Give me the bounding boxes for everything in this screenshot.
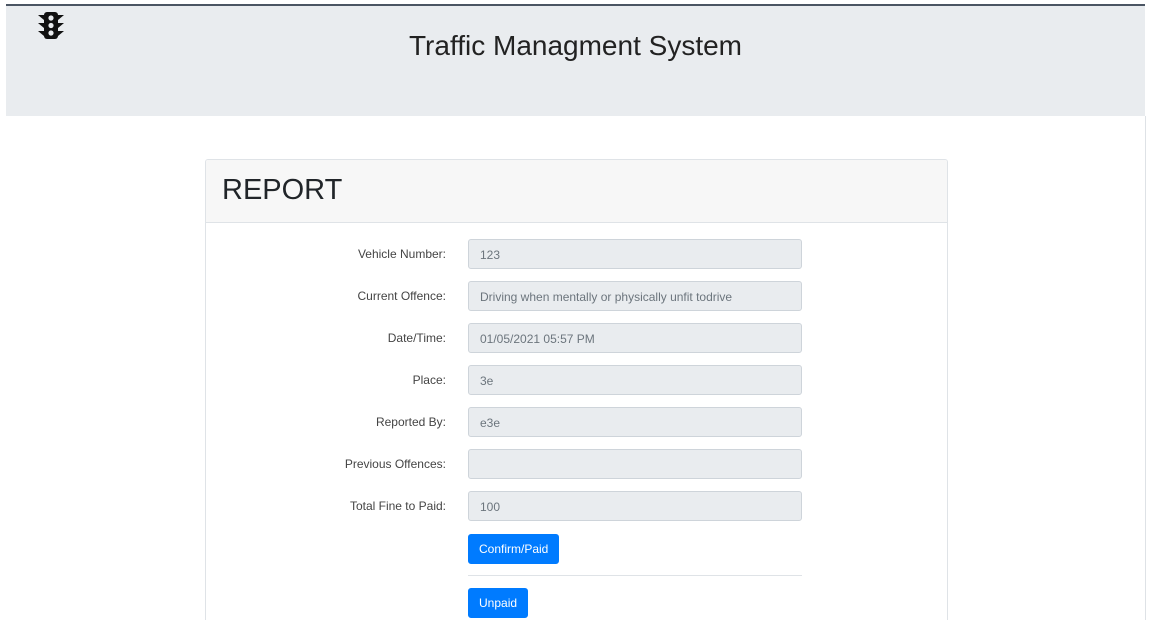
- app-title: Traffic Managment System: [408, 30, 742, 61]
- current-offence-field[interactable]: Driving when mentally or physically unfi…: [468, 281, 802, 311]
- form-row-reported-by: Reported By: e3e: [206, 407, 947, 437]
- current-offence-label: Current Offence:: [357, 289, 447, 303]
- total-fine-field[interactable]: 100: [468, 491, 802, 521]
- total-fine-label: Total Fine to Paid:: [349, 499, 446, 513]
- form-row-date-time: Date/Time: 01/05/2021 05:57 PM: [206, 323, 947, 353]
- vehicle-number-field[interactable]: 123: [468, 239, 802, 269]
- confirm-paid-button[interactable]: Confirm/Paid: [468, 534, 560, 564]
- place-label: Place:: [412, 373, 446, 387]
- reported-by-label: Reported By:: [375, 415, 446, 429]
- report-card: REPORT Vehicle Number: 123 Current Offen…: [205, 159, 948, 620]
- previous-offences-label: Previous Offences:: [344, 457, 446, 471]
- form-row-total-fine: Total Fine to Paid: 100: [206, 491, 947, 521]
- date-time-label: Date/Time:: [387, 331, 446, 345]
- app-header: Traffic Managment System: [6, 6, 1145, 116]
- unpaid-button[interactable]: Unpaid: [468, 588, 529, 618]
- button-divider: [468, 575, 802, 576]
- place-field[interactable]: 3e: [468, 365, 802, 395]
- vehicle-number-label: Vehicle Number:: [357, 247, 446, 261]
- report-title: REPORT: [222, 174, 343, 206]
- previous-offences-field[interactable]: [468, 449, 802, 479]
- form-row-previous-offences: Previous Offences:: [206, 449, 947, 479]
- form-row-place: Place: 3e: [206, 365, 947, 395]
- reported-by-field[interactable]: e3e: [468, 407, 802, 437]
- report-card-header: REPORT: [206, 160, 947, 223]
- date-time-field[interactable]: 01/05/2021 05:57 PM: [468, 323, 802, 353]
- form-row-vehicle-number: Vehicle Number: 123: [206, 239, 947, 269]
- form-row-current-offence: Current Offence: Driving when mentally o…: [206, 281, 947, 311]
- page-edge-line: [1145, 116, 1146, 620]
- page: Traffic Managment System REPORT Vehicle …: [0, 0, 1150, 620]
